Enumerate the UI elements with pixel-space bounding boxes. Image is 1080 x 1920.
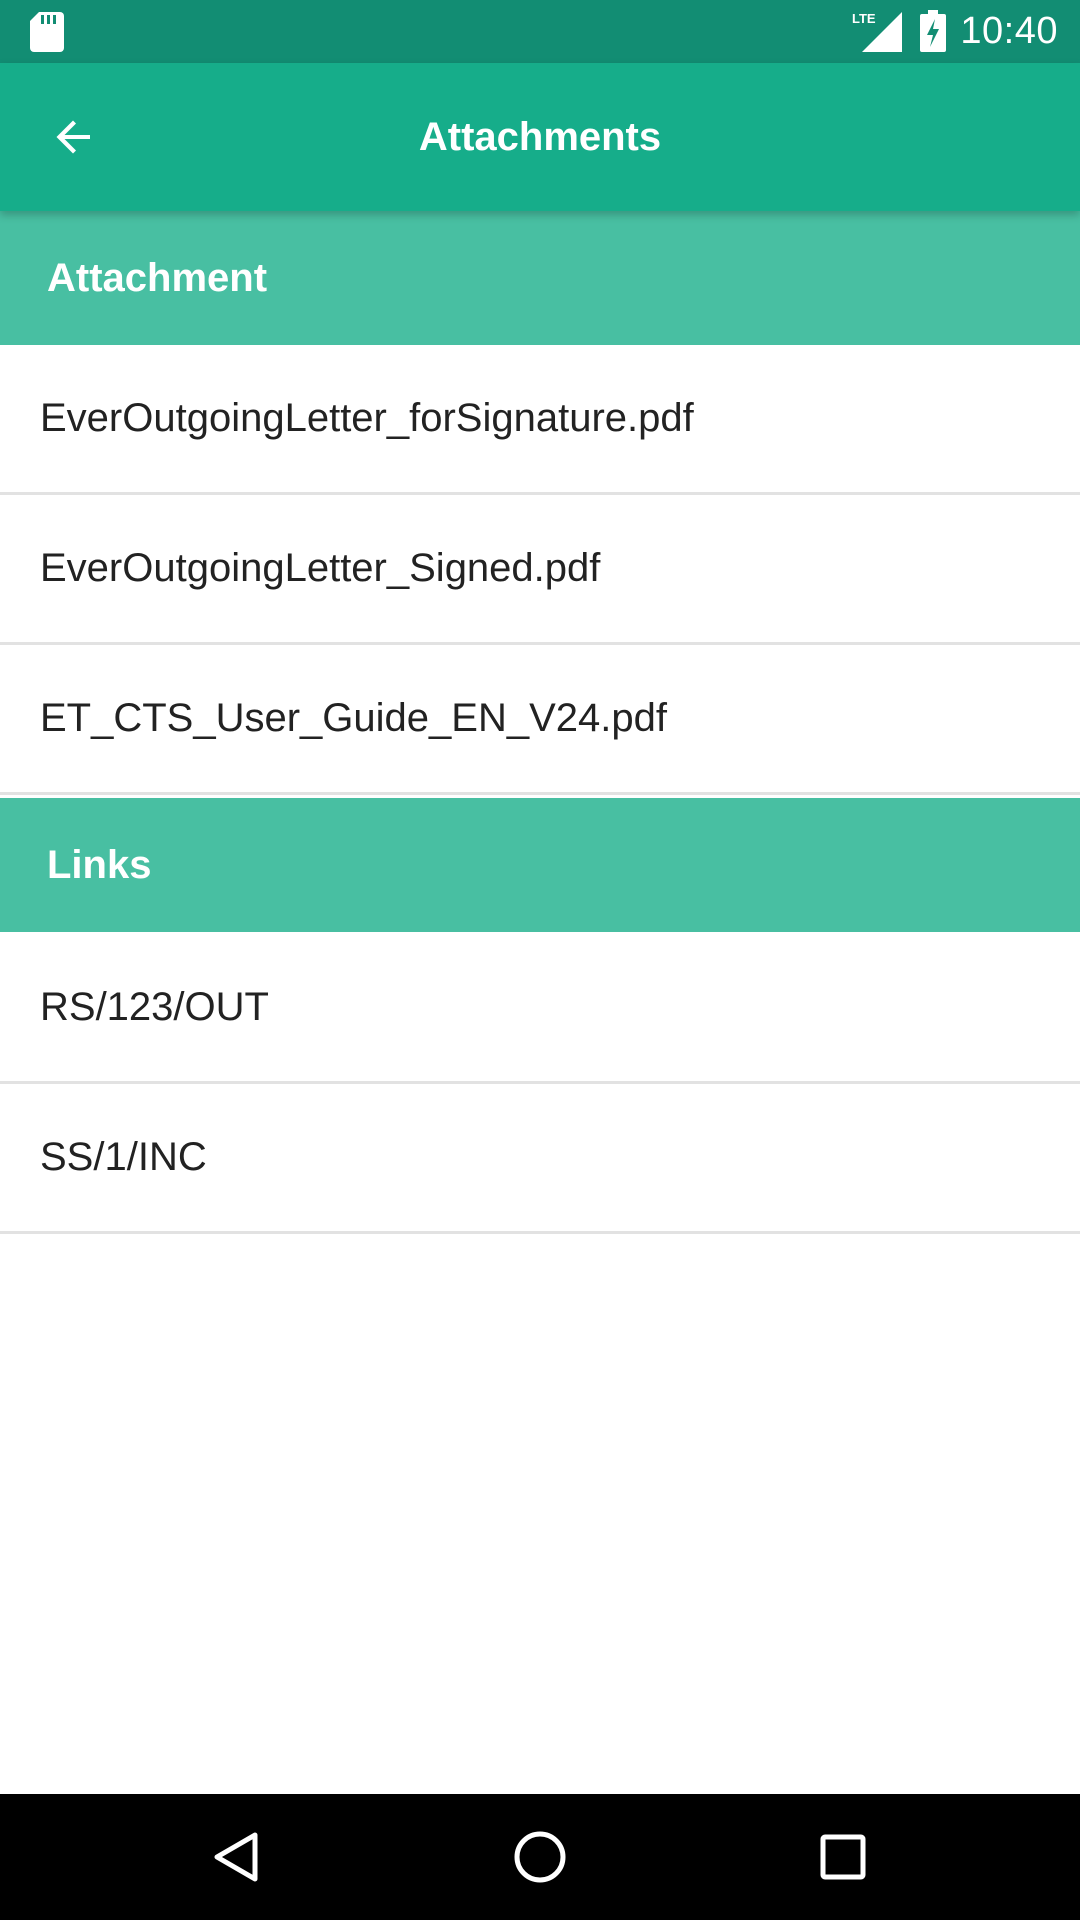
attachment-item[interactable]: EverOutgoingLetter_forSignature.pdf	[0, 345, 1080, 495]
page-title: Attachments	[418, 115, 662, 159]
home-circle-icon	[514, 1831, 566, 1883]
nav-home-button[interactable]	[495, 1812, 585, 1902]
lte-signal-icon: LTE	[852, 11, 902, 52]
app-bar: Attachments	[0, 63, 1080, 211]
navigation-bar	[0, 1794, 1080, 1920]
nav-back-button[interactable]	[192, 1812, 282, 1902]
attachment-item[interactable]: EverOutgoingLetter_Signed.pdf	[0, 495, 1080, 645]
attachments-screen: LTE 10:40 Attachments Attachment EverOut…	[0, 0, 1080, 1920]
link-item[interactable]: SS/1/INC	[0, 1084, 1080, 1234]
back-triangle-icon	[214, 1832, 258, 1882]
status-time: 10:40	[960, 10, 1058, 52]
section-header-links: Links	[0, 798, 1080, 932]
svg-text:LTE: LTE	[852, 11, 876, 26]
sd-card-icon	[30, 12, 64, 52]
section-header-attachment: Attachment	[0, 211, 1080, 345]
status-bar: LTE 10:40	[0, 0, 1080, 63]
link-item[interactable]: RS/123/OUT	[0, 934, 1080, 1084]
battery-charging-icon	[920, 10, 946, 52]
arrow-back-icon	[56, 120, 90, 154]
back-button[interactable]	[26, 95, 122, 179]
attachment-item[interactable]: ET_CTS_User_Guide_EN_V24.pdf	[0, 645, 1080, 795]
nav-recents-button[interactable]	[798, 1812, 888, 1902]
recents-square-icon	[820, 1834, 866, 1880]
